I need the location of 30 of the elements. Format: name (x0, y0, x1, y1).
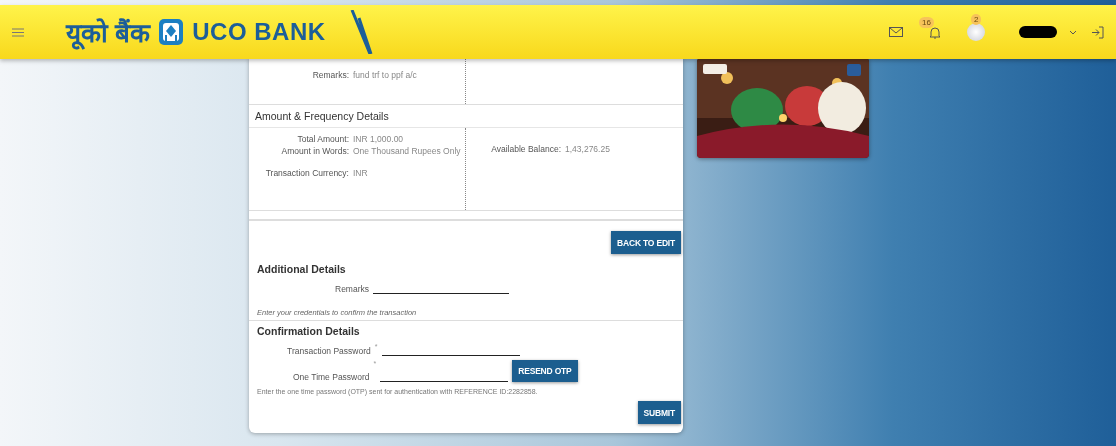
section-title: Amount & Frequency Details (249, 104, 683, 128)
field-value: fund trf to ppf a/c (353, 70, 418, 80)
field-label: Amount in Words: (280, 146, 349, 156)
field-value: INR (353, 168, 369, 178)
field-label: Remarks (335, 284, 369, 294)
field-label: Total Amount: (296, 134, 349, 144)
field-value: 1,43,276.25 (565, 144, 611, 154)
brand-name: UCO BANK (192, 18, 326, 46)
back-to-edit-button[interactable]: BACK TO EDIT (611, 231, 681, 254)
chevron-down-icon[interactable] (1069, 29, 1077, 35)
bank-logo-icon (158, 18, 185, 46)
field-label: One Time Password (293, 372, 370, 382)
section-title: Additional Details (256, 263, 347, 275)
submit-button[interactable]: SUBMIT (637, 401, 681, 424)
field-label: Transaction Password (287, 346, 371, 356)
field-label: Available Balance: (490, 144, 561, 154)
bell-icon[interactable] (929, 25, 941, 39)
field-value: INR 1,000.00 (353, 134, 405, 144)
logout-icon[interactable] (1091, 25, 1104, 39)
field-label: Remarks: (311, 70, 349, 80)
brand-hindi-name: यूको बैंक (66, 17, 151, 50)
redaction-bar (1019, 26, 1057, 38)
menu-icon[interactable] (12, 27, 24, 37)
notification-badge: 16 (919, 16, 934, 28)
field-label: Transaction Currency: (264, 168, 349, 178)
mail-icon[interactable] (889, 27, 903, 37)
section-title: Confirmation Details (256, 325, 361, 337)
field-value: One Thousand Rupees Only (353, 146, 462, 156)
profile-badge: 2 (971, 14, 982, 25)
resend-otp-button[interactable]: RESEND OTP (512, 360, 578, 382)
